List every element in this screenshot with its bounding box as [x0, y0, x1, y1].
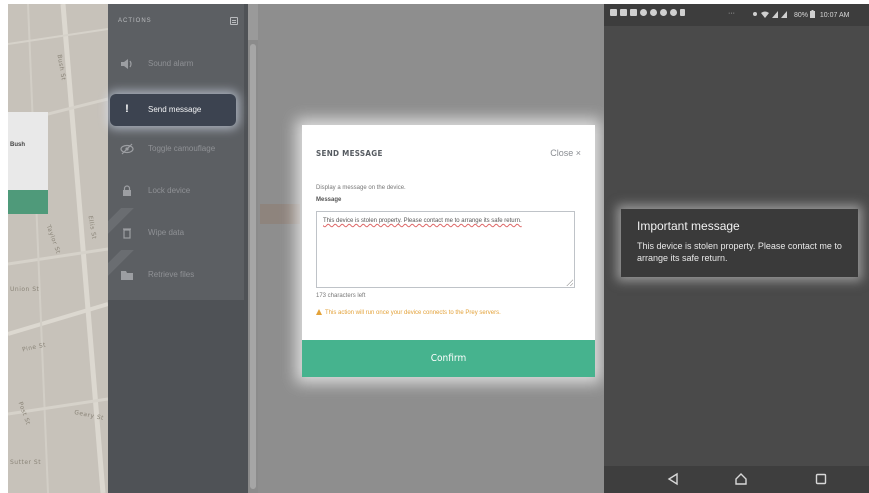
notification-icon: [650, 9, 657, 16]
warning-icon: [316, 309, 322, 315]
action-retrieve-files[interactable]: Retrieve files: [108, 258, 244, 292]
device-status-strip: [8, 190, 48, 214]
action-label: Wipe data: [148, 228, 185, 237]
close-button[interactable]: Close ×: [550, 148, 581, 158]
clock: 10:07 AM: [819, 12, 850, 19]
screenshot: Bush St Ellis St Taylor St Union St Pine…: [0, 0, 869, 493]
notification-icon: [610, 9, 617, 16]
character-counter: 173 characters left: [316, 293, 366, 299]
action-sound-alarm[interactable]: Sound alarm: [108, 47, 244, 81]
android-device-screen: ··· 80% 10:07 AM Important message This …: [604, 4, 869, 493]
notification-icon: [620, 9, 627, 16]
message-textarea[interactable]: This device is stolen property. Please c…: [316, 211, 575, 288]
send-message-modal: SEND MESSAGE Close × Display a message o…: [302, 125, 595, 377]
action-toggle-camouflage[interactable]: Toggle camouflage: [108, 132, 244, 166]
scrollbar-thumb[interactable]: [250, 44, 256, 489]
dialog-body: This device is stolen property. Please c…: [637, 241, 842, 263]
action-label: Sound alarm: [148, 59, 194, 68]
exclamation-icon: !: [125, 103, 129, 115]
notification-icon: [640, 9, 647, 16]
map[interactable]: Bush St Ellis St Taylor St Union St Pine…: [8, 4, 108, 493]
notification-icon: [670, 9, 677, 16]
action-label: Toggle camouflage: [148, 144, 216, 153]
message-field-label: Message: [316, 197, 342, 203]
street-label: Union St: [10, 286, 40, 293]
notification-icon: [660, 9, 667, 16]
modal-title: SEND MESSAGE: [316, 149, 383, 158]
device-info-label: Bush: [10, 142, 25, 148]
confirm-button[interactable]: Confirm: [302, 340, 595, 377]
resize-handle-icon[interactable]: [566, 279, 573, 286]
home-icon[interactable]: [734, 472, 748, 486]
actions-header: ACTIONS: [118, 18, 152, 24]
back-icon[interactable]: [666, 472, 680, 486]
navigation-bar: [604, 466, 869, 493]
actions-list: ACTIONS Sound alarm ! Send message Toggl…: [108, 4, 244, 300]
status-bar: ··· 80% 10:07 AM: [604, 4, 869, 26]
lock-icon: [120, 185, 134, 197]
modal-description: Display a message on the device.: [316, 185, 406, 191]
system-status: 80% 10:07 AM: [752, 10, 849, 19]
street-label: Sutter St: [10, 459, 42, 466]
panel-toggle-icon[interactable]: [230, 17, 238, 25]
notification-icon: [630, 9, 637, 16]
action-wipe-data[interactable]: Wipe data: [108, 216, 244, 250]
eye-slash-icon: [120, 143, 134, 155]
folder-icon: [120, 269, 134, 281]
actions-panel: ACTIONS Sound alarm ! Send message Toggl…: [108, 4, 248, 493]
device-info-card[interactable]: Bush: [8, 112, 48, 190]
web-console: Bush St Ellis St Taylor St Union St Pine…: [8, 4, 604, 493]
speaker-icon: [120, 58, 134, 70]
important-message-dialog[interactable]: Important message This device is stolen …: [621, 209, 858, 277]
warning-notice: This action will run once your device co…: [316, 309, 501, 316]
notification-icons: [610, 9, 685, 19]
more-notifications-icon: ···: [728, 10, 735, 17]
battery-icon: [809, 10, 815, 18]
dialog-title: Important message: [637, 219, 740, 233]
warning-text: This action will run once your device co…: [325, 310, 501, 316]
recent-apps-icon[interactable]: [814, 472, 828, 486]
action-send-message[interactable]: ! Send message: [110, 94, 236, 126]
action-label: Retrieve files: [148, 270, 195, 279]
notification-icon: [680, 9, 685, 16]
trash-icon: [120, 227, 134, 239]
action-label: Lock device: [148, 186, 191, 195]
message-text: This device is stolen property. Please c…: [323, 218, 522, 224]
signal-icons: [753, 11, 787, 18]
action-lock-device[interactable]: Lock device: [108, 174, 244, 208]
battery-level: 80%: [793, 12, 808, 19]
action-label: Send message: [148, 105, 202, 114]
backdrop-element: [260, 204, 300, 224]
